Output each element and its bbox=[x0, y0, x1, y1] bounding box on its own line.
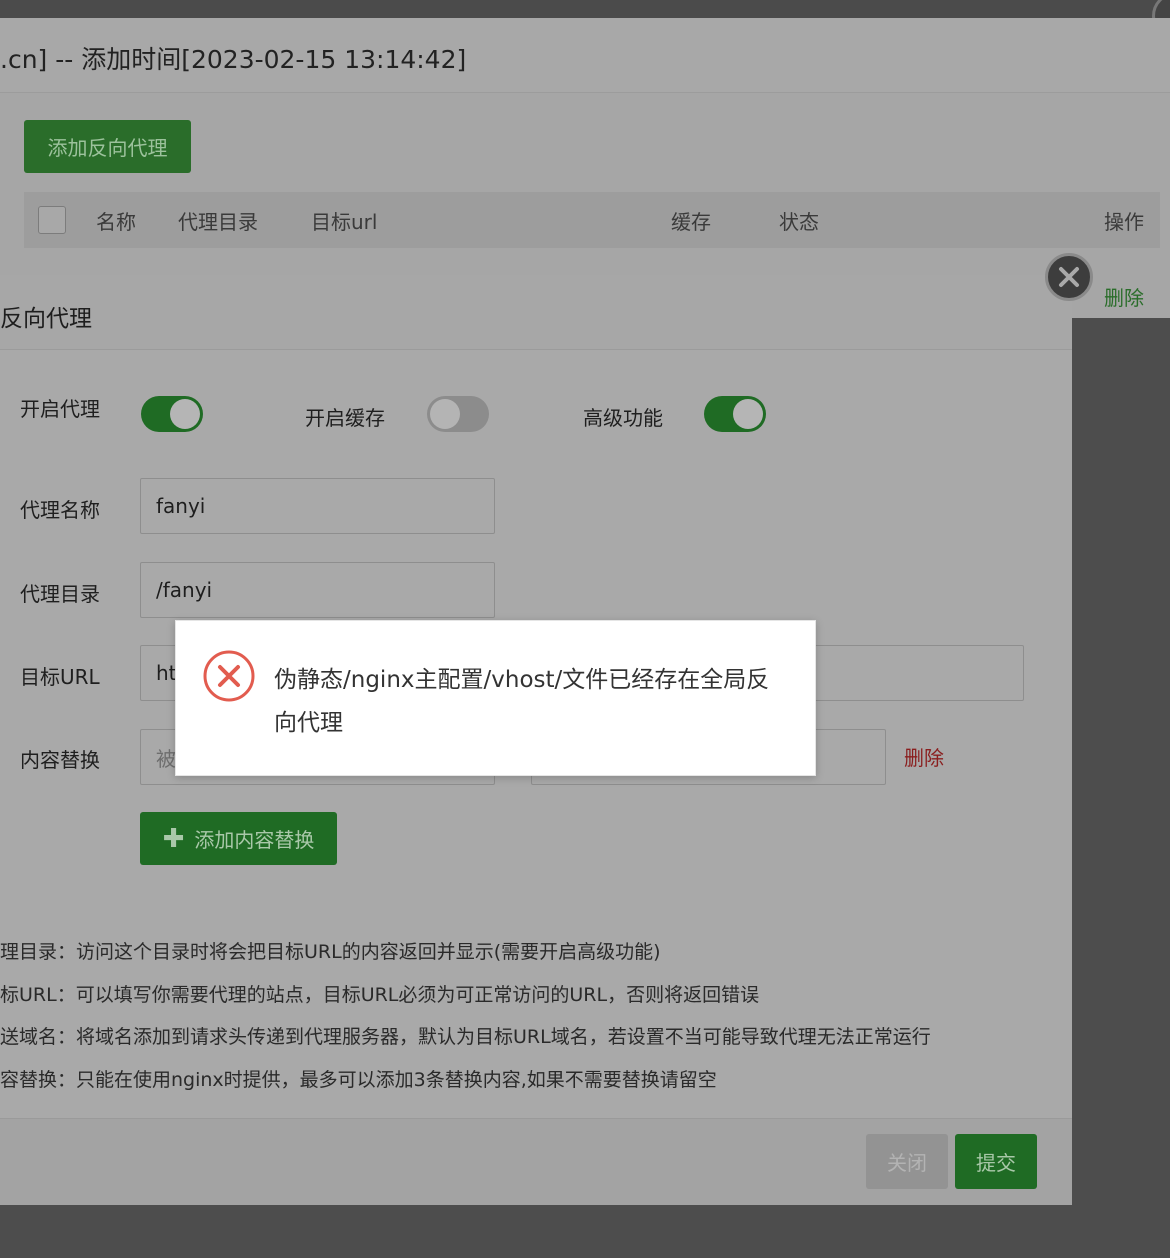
enable-proxy-toggle[interactable] bbox=[141, 396, 203, 432]
toggle-knob bbox=[733, 399, 763, 429]
close-x-glyph bbox=[1059, 267, 1079, 287]
help-line: 容替换：只能在使用nginx时提供，最多可以添加3条替换内容,如果不需要替换请留… bbox=[0, 1069, 717, 1091]
background-window: .cn] -- 添加时间[2023-02-15 13:14:42] 添加反向代理… bbox=[0, 18, 1170, 318]
background-title-text: .cn] -- 添加时间[2023-02-15 13:14:42] bbox=[0, 45, 467, 74]
help-line: 理目录：访问这个目录时将会把目标URL的内容返回并显示(需要开启高级功能) bbox=[0, 941, 661, 963]
enable-proxy-label: 开启代理 bbox=[20, 397, 100, 421]
toggle-knob bbox=[170, 399, 200, 429]
dialog-close-icon[interactable] bbox=[1045, 253, 1093, 301]
advanced-label: 高级功能 bbox=[583, 406, 663, 430]
advanced-toggle[interactable] bbox=[704, 396, 766, 432]
dialog-header: 反向代理 bbox=[0, 275, 1072, 350]
background-window-title: .cn] -- 添加时间[2023-02-15 13:14:42] bbox=[0, 18, 1170, 93]
overlay-right-area bbox=[1072, 318, 1170, 1205]
help-line: 送域名：将域名添加到请求头传递到代理服务器，默认为目标URL域名，若设置不当可能… bbox=[0, 1026, 931, 1048]
proxy-name-input[interactable]: fanyi bbox=[140, 478, 495, 534]
close-button[interactable]: 关闭 bbox=[866, 1134, 948, 1189]
plus-icon: ✚ bbox=[162, 823, 185, 854]
proxy-dir-label: 代理目录 bbox=[20, 582, 100, 606]
enable-cache-toggle[interactable] bbox=[427, 396, 489, 432]
col-cache: 缓存 bbox=[671, 210, 711, 234]
replace-delete-link[interactable]: 删除 bbox=[904, 742, 944, 771]
help-line: 标URL：可以填写你需要代理的站点，目标URL必须为可正常访问的URL，否则将返… bbox=[0, 984, 760, 1006]
top-overlay-strip bbox=[0, 0, 1170, 18]
error-x-circle-icon bbox=[203, 650, 255, 702]
col-status: 状态 bbox=[779, 210, 819, 234]
error-message: 伪静态/nginx主配置/vhost/文件已经存在全局反向代理 bbox=[274, 667, 770, 736]
submit-button[interactable]: 提交 bbox=[955, 1134, 1037, 1189]
toggle-knob bbox=[430, 399, 460, 429]
enable-cache-label: 开启缓存 bbox=[305, 406, 385, 430]
col-actions: 操作 bbox=[1104, 210, 1144, 234]
content-replace-label: 内容替换 bbox=[20, 748, 100, 772]
proxy-dir-input[interactable]: /fanyi bbox=[140, 562, 495, 618]
proxy-name-label: 代理名称 bbox=[20, 498, 100, 522]
dialog-footer: 关闭 提交 bbox=[0, 1118, 1072, 1205]
proxy-table-header: 名称 代理目录 目标url 缓存 状态 操作 bbox=[24, 192, 1160, 248]
add-content-replace-button[interactable]: ✚ 添加内容替换 bbox=[140, 812, 337, 865]
col-target-url: 目标url bbox=[311, 210, 378, 234]
target-url-label: 目标URL bbox=[20, 665, 100, 689]
select-all-checkbox[interactable] bbox=[38, 206, 66, 234]
col-proxy-dir: 代理目录 bbox=[178, 210, 258, 234]
col-name: 名称 bbox=[96, 210, 136, 234]
add-content-replace-label: 添加内容替换 bbox=[194, 828, 315, 852]
error-toast: 伪静态/nginx主配置/vhost/文件已经存在全局反向代理 bbox=[175, 620, 816, 776]
dialog-title: 反向代理 bbox=[0, 306, 92, 332]
overlay-bottom-area bbox=[0, 1205, 1170, 1258]
row-delete-link[interactable]: 删除 bbox=[1104, 282, 1144, 311]
add-reverse-proxy-button[interactable]: 添加反向代理 bbox=[24, 120, 191, 173]
